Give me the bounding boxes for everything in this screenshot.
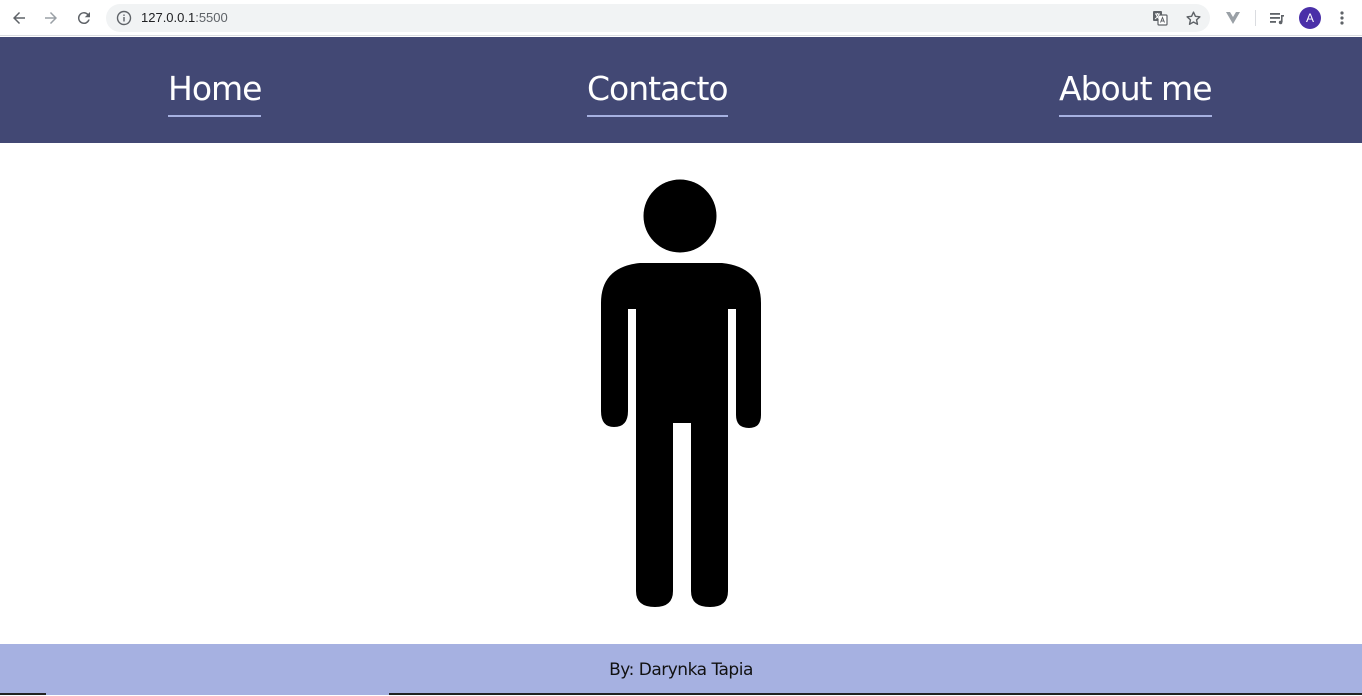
forward-arrow-icon — [45, 12, 57, 24]
url-text[interactable]: 127.0.0.1:5500 — [141, 4, 228, 32]
reload-button[interactable] — [72, 6, 96, 30]
forward-button[interactable] — [39, 6, 63, 30]
nav-link-contacto[interactable]: Contacto — [587, 67, 729, 117]
person-head — [643, 179, 717, 253]
info-icon[interactable] — [116, 10, 132, 26]
translate-button[interactable] — [1151, 9, 1169, 27]
person-body — [601, 263, 761, 607]
back-arrow-icon — [13, 12, 25, 24]
back-button[interactable] — [7, 6, 31, 30]
menu-dots-icon — [1340, 11, 1344, 25]
bookmark-star-button[interactable] — [1184, 9, 1202, 27]
translate-icon — [1153, 11, 1168, 26]
reload-icon — [77, 12, 90, 25]
site-header-nav: Home Contacto About me — [0, 37, 1362, 143]
url-host: 127.0.0.1 — [141, 10, 196, 25]
toolbar-separator — [1255, 10, 1256, 26]
nav-link-home[interactable]: Home — [168, 67, 262, 117]
star-icon — [1185, 10, 1201, 25]
footer-credit: By: Darynka Tapia — [609, 660, 753, 680]
extension-button[interactable] — [1223, 8, 1243, 28]
nav-link-about-me[interactable]: About me — [1059, 67, 1213, 117]
person-icon — [601, 179, 761, 607]
extension-icon — [1226, 12, 1240, 24]
page-footer: By: Darynka Tapia — [0, 644, 1362, 695]
media-queue-icon — [1270, 13, 1284, 25]
browser-menu-button[interactable] — [1332, 8, 1352, 28]
url-port: :5500 — [195, 10, 228, 25]
profile-avatar[interactable]: A — [1299, 7, 1321, 29]
browser-toolbar: 127.0.0.1:5500 A — [0, 0, 1362, 36]
media-queue-button[interactable] — [1267, 8, 1287, 28]
address-bar[interactable]: 127.0.0.1:5500 — [106, 4, 1210, 32]
